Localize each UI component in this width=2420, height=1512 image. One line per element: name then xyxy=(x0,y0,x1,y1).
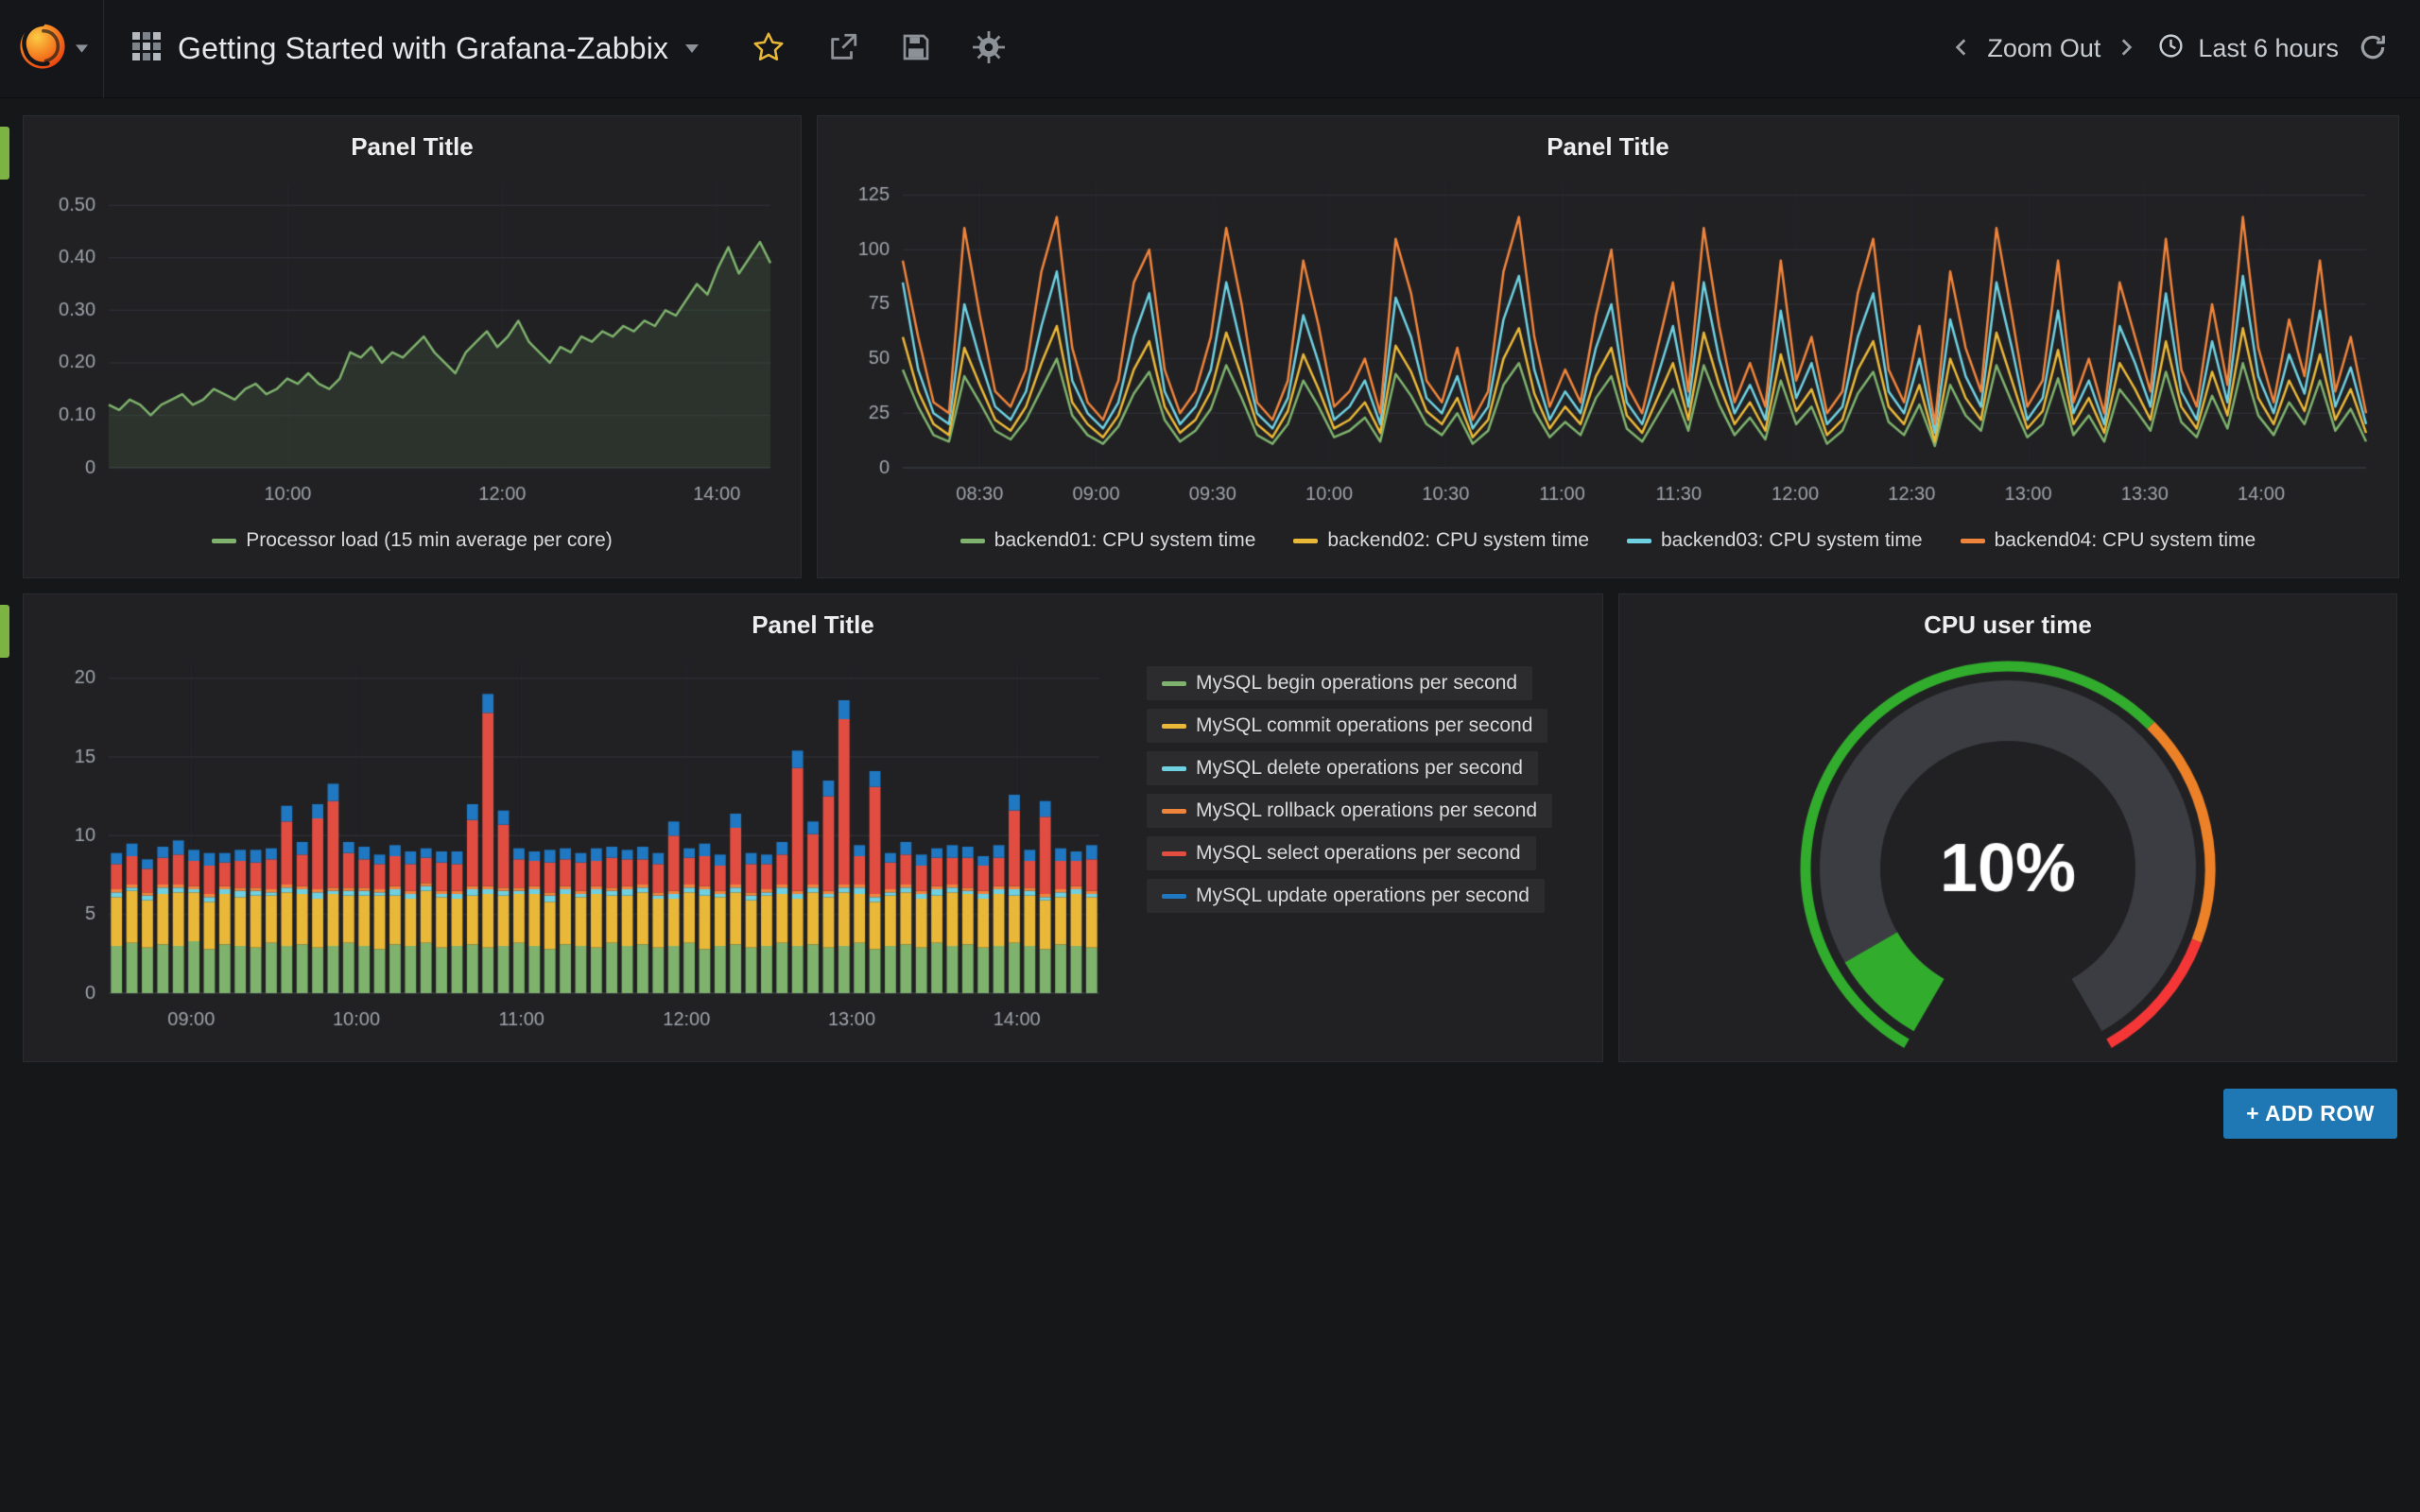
legend-series-label: MySQL rollback operations per second xyxy=(1196,799,1537,822)
legend-item[interactable]: MySQL begin operations per second xyxy=(1147,666,1532,700)
legend-item[interactable]: MySQL commit operations per second xyxy=(1147,709,1547,743)
dashboard-actions xyxy=(752,30,1005,67)
share-icon xyxy=(827,31,859,66)
legend-series-label: MySQL select operations per second xyxy=(1196,842,1521,865)
dashboard-body: Panel Title Processor load (15 min avera… xyxy=(0,98,2420,1139)
org-caret-down-icon xyxy=(76,41,88,58)
panel-title-cpu-user-time[interactable]: CPU user time xyxy=(1629,602,2387,647)
legend-item[interactable]: backend03: CPU system time xyxy=(1627,529,1923,552)
time-controls: Zoom Out Last 6 hours xyxy=(1949,32,2420,66)
legend-series-label: MySQL begin operations per second xyxy=(1196,672,1517,695)
processor-load-legend: Processor load (15 min average per core) xyxy=(33,519,791,562)
legend-series-dash-icon xyxy=(1162,894,1186,899)
panel-title-processor-load[interactable]: Panel Title xyxy=(33,124,791,169)
save-button[interactable] xyxy=(901,32,931,65)
legend-series-label: backend03: CPU system time xyxy=(1661,529,1923,552)
mysql-operations-chart[interactable] xyxy=(33,647,1122,1044)
save-icon xyxy=(901,32,931,65)
star-button[interactable] xyxy=(752,30,786,67)
row-collapse-tab-1[interactable] xyxy=(0,127,9,180)
zoom-out-right-button[interactable] xyxy=(2114,35,2138,62)
dashboard-title: Getting Started with Grafana-Zabbix xyxy=(178,31,668,66)
add-row-bar: + ADD ROW xyxy=(23,1089,2397,1139)
title-caret-down-icon xyxy=(685,41,699,58)
legend-series-label: backend02: CPU system time xyxy=(1327,529,1589,552)
legend-item[interactable]: MySQL rollback operations per second xyxy=(1147,794,1552,828)
time-picker[interactable]: Last 6 hours xyxy=(2157,32,2339,66)
legend-series-label: MySQL delete operations per second xyxy=(1196,757,1523,780)
legend-item[interactable]: Processor load (15 min average per core) xyxy=(212,529,613,552)
refresh-button[interactable] xyxy=(2358,32,2388,65)
legend-item[interactable]: MySQL delete operations per second xyxy=(1147,751,1538,785)
legend-series-label: MySQL update operations per second xyxy=(1196,885,1530,907)
legend-series-dash-icon xyxy=(1961,539,1985,543)
refresh-icon xyxy=(2358,32,2388,65)
legend-series-label: backend01: CPU system time xyxy=(994,529,1256,552)
legend-item[interactable]: MySQL select operations per second xyxy=(1147,836,1536,870)
processor-load-chart[interactable] xyxy=(33,169,793,519)
row-collapse-tab-2[interactable] xyxy=(0,605,9,658)
dashboard-row-2: Panel Title MySQL begin operations per s… xyxy=(23,593,2397,1062)
share-button[interactable] xyxy=(827,31,859,66)
dashboard-grid-icon xyxy=(132,32,161,65)
cpu-system-time-legend: backend01: CPU system time backend02: CPU… xyxy=(827,519,2389,562)
legend-item[interactable]: backend02: CPU system time xyxy=(1293,529,1589,552)
dashboard-title-dropdown[interactable]: Getting Started with Grafana-Zabbix xyxy=(104,31,727,66)
legend-item[interactable]: backend04: CPU system time xyxy=(1961,529,2256,552)
panel-cpu-system-time: Panel Title backend01: CPU system timeba… xyxy=(817,115,2399,578)
legend-series-dash-icon xyxy=(1293,539,1318,543)
panel-title-cpu-system-time[interactable]: Panel Title xyxy=(827,124,2389,169)
gear-icon xyxy=(973,31,1005,66)
cpu-user-time-gauge xyxy=(1628,647,2388,1071)
grafana-menu-button[interactable] xyxy=(0,0,104,98)
legend-series-dash-icon xyxy=(1162,724,1186,729)
legend-item[interactable]: backend01: CPU system time xyxy=(960,529,1256,552)
grafana-logo-icon xyxy=(15,19,70,78)
legend-series-label: MySQL commit operations per second xyxy=(1196,714,1532,737)
star-icon xyxy=(752,30,786,67)
chevron-right-icon xyxy=(2114,35,2138,62)
zoom-out-label[interactable]: Zoom Out xyxy=(1987,34,2100,63)
legend-series-dash-icon xyxy=(1162,851,1186,856)
panel-title-mysql-operations[interactable]: Panel Title xyxy=(33,602,1593,647)
legend-series-dash-icon xyxy=(212,539,236,543)
legend-series-dash-icon xyxy=(1162,681,1186,686)
zoom-out-left-button[interactable] xyxy=(1949,35,1974,62)
dashboard-row-1: Panel Title Processor load (15 min avera… xyxy=(23,115,2397,578)
settings-button[interactable] xyxy=(973,31,1005,66)
panel-processor-load: Panel Title Processor load (15 min avera… xyxy=(23,115,802,578)
panel-cpu-user-time: CPU user time xyxy=(1618,593,2397,1062)
legend-series-label: backend04: CPU system time xyxy=(1995,529,2256,552)
legend-series-dash-icon xyxy=(1162,766,1186,771)
mysql-operations-legend: MySQL begin operations per second MySQL c… xyxy=(1122,647,1593,1044)
top-navbar: Getting Started with Grafana-Zabbix xyxy=(0,0,2420,98)
legend-series-label: Processor load (15 min average per core) xyxy=(246,529,613,552)
add-row-button[interactable]: + ADD ROW xyxy=(2223,1089,2397,1139)
panel-mysql-operations: Panel Title MySQL begin operations per s… xyxy=(23,593,1603,1062)
chevron-left-icon xyxy=(1949,35,1974,62)
clock-icon xyxy=(2157,32,2185,66)
time-range-label: Last 6 hours xyxy=(2198,34,2339,63)
legend-series-dash-icon xyxy=(1162,809,1186,814)
legend-series-dash-icon xyxy=(1627,539,1651,543)
legend-item[interactable]: MySQL update operations per second xyxy=(1147,879,1545,913)
cpu-system-time-chart[interactable] xyxy=(827,169,2389,519)
legend-series-dash-icon xyxy=(960,539,985,543)
